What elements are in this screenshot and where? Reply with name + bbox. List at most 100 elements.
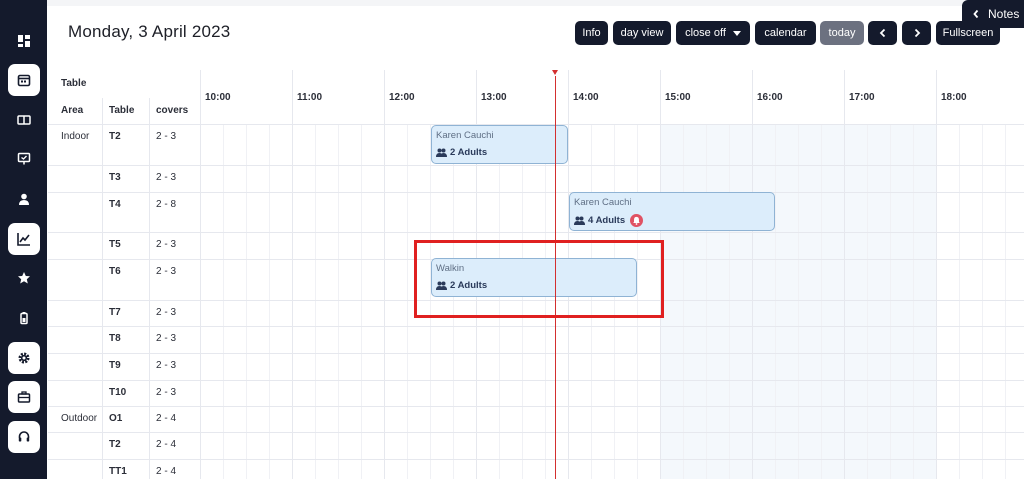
time-label: 10:00 xyxy=(205,92,231,103)
hour-line xyxy=(752,70,753,479)
nav-support[interactable] xyxy=(8,421,40,453)
users-icon xyxy=(574,216,585,225)
current-time-marker xyxy=(552,70,558,75)
covers-cell: 2 - 3 xyxy=(156,307,177,318)
quarter-line xyxy=(729,124,730,479)
book-icon xyxy=(17,115,31,125)
quarter-line xyxy=(683,124,684,479)
gear-icon xyxy=(18,352,30,364)
notes-button[interactable]: Notes xyxy=(962,0,1024,28)
table-cell: T10 xyxy=(109,387,127,398)
nav-battery[interactable] xyxy=(8,302,40,334)
notes-label: Notes xyxy=(988,7,1020,21)
row-line xyxy=(48,459,1024,460)
caret-down-icon xyxy=(732,30,741,36)
booking-guests: 2 Adults xyxy=(436,147,567,158)
table-cell: T8 xyxy=(109,333,121,344)
quarter-line xyxy=(269,124,270,479)
covers-cell: 2 - 4 xyxy=(156,466,177,477)
nav-toolbox[interactable] xyxy=(8,381,40,413)
nav-user[interactable] xyxy=(8,183,40,215)
table-group-header: Table xyxy=(61,78,87,89)
table-cell: T2 xyxy=(109,439,121,450)
chart-icon xyxy=(17,233,30,246)
column-line xyxy=(149,98,150,479)
booking-name: Karen Cauchi xyxy=(574,197,632,208)
toolbox-icon xyxy=(17,391,31,403)
hour-line xyxy=(200,70,201,479)
row-line xyxy=(48,353,1024,354)
dashboard-icon xyxy=(18,35,30,47)
quarter-line xyxy=(821,124,822,479)
nav-calendar[interactable] xyxy=(8,64,40,96)
today-button[interactable]: today xyxy=(820,21,864,45)
next-day-button[interactable] xyxy=(902,21,931,45)
nav-book[interactable] xyxy=(8,104,40,136)
highlight-box xyxy=(414,240,664,318)
quarter-line xyxy=(338,124,339,479)
battery-icon xyxy=(20,312,28,325)
time-label: 16:00 xyxy=(757,92,783,103)
covers-cell: 2 - 3 xyxy=(156,360,177,371)
row-line xyxy=(48,432,1024,433)
quarter-line xyxy=(890,124,891,479)
quarter-line xyxy=(1005,124,1006,479)
covers-cell: 2 - 8 xyxy=(156,199,177,210)
nav-star[interactable] xyxy=(8,262,40,294)
table-cell: T9 xyxy=(109,360,121,371)
user-icon xyxy=(19,193,29,205)
quarter-line xyxy=(959,124,960,479)
quarter-line xyxy=(867,124,868,479)
area-cell: Outdoor xyxy=(61,413,98,424)
prev-day-button[interactable] xyxy=(868,21,897,45)
users-icon xyxy=(436,148,447,157)
nav-dashboard[interactable] xyxy=(8,25,40,57)
area-cell: Indoor xyxy=(61,131,90,142)
time-label: 12:00 xyxy=(389,92,415,103)
time-label: 18:00 xyxy=(941,92,967,103)
hour-line xyxy=(292,70,293,479)
quarter-line xyxy=(361,124,362,479)
time-label: 11:00 xyxy=(297,92,323,103)
booking-name: Karen Cauchi xyxy=(436,130,494,141)
chevron-left-icon xyxy=(879,28,885,38)
shaded-hours xyxy=(661,124,937,479)
nav-chart[interactable] xyxy=(8,223,40,255)
row-line xyxy=(48,232,1024,233)
time-label: 17:00 xyxy=(849,92,875,103)
quarter-line xyxy=(407,124,408,479)
info-button[interactable]: Info xyxy=(575,21,608,45)
quarter-line xyxy=(223,124,224,479)
info-button-label: Info xyxy=(582,27,601,39)
nav-monitor[interactable] xyxy=(8,143,40,175)
quarter-line xyxy=(798,124,799,479)
page-title: Monday, 3 April 2023 xyxy=(68,22,231,41)
day-view-button[interactable]: day view xyxy=(613,21,671,45)
star-icon xyxy=(18,272,30,284)
calendar-icon xyxy=(17,74,31,87)
row-line xyxy=(48,165,1024,166)
table-cell: T5 xyxy=(109,239,121,250)
covers-cell: 2 - 3 xyxy=(156,333,177,344)
covers-cell: 2 - 3 xyxy=(156,266,177,277)
bell-icon xyxy=(630,214,644,227)
row-line xyxy=(48,406,1024,407)
booking-karen-t4[interactable]: Karen Cauchi 4 Adults xyxy=(569,192,775,231)
nav-settings[interactable] xyxy=(8,342,40,374)
time-label: 13:00 xyxy=(481,92,507,103)
today-label: today xyxy=(828,27,856,39)
table-cell: T6 xyxy=(109,266,121,277)
calendar-button[interactable]: calendar xyxy=(755,21,816,45)
table-cell: T2 xyxy=(109,131,121,142)
time-label: 14:00 xyxy=(573,92,599,103)
calendar-label: calendar xyxy=(764,27,807,39)
hour-line xyxy=(384,70,385,479)
close-off-label: close off xyxy=(685,27,726,39)
quarter-line xyxy=(775,124,776,479)
close-off-dropdown[interactable]: close off xyxy=(676,21,750,45)
day-view-label: day view xyxy=(620,27,664,39)
hour-line xyxy=(936,70,937,479)
booking-guests-label: 4 Adults xyxy=(588,215,626,226)
booking-karen-t2[interactable]: Karen Cauchi 2 Adults xyxy=(431,125,568,164)
quarter-line xyxy=(315,124,316,479)
